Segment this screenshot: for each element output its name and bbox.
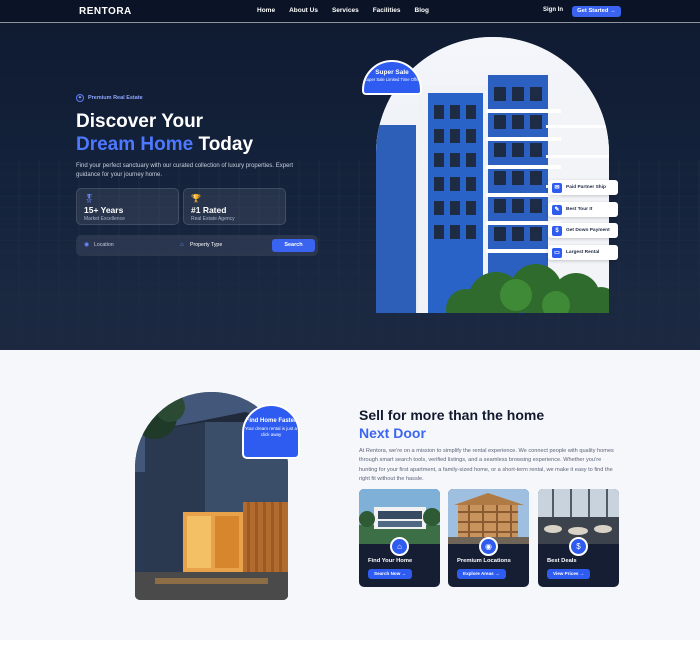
card-title: Find Your Home — [368, 558, 413, 564]
card-title: Premium Locations — [457, 558, 511, 564]
card-image-modern-house — [359, 489, 440, 544]
premium-badge-label: Premium Real Estate — [88, 95, 143, 101]
stat-value: 15+ Years — [84, 205, 124, 215]
dollar-icon: $ — [552, 225, 562, 236]
nav-link-about[interactable]: About Us — [289, 7, 318, 14]
stat-value: #1 Rated — [191, 205, 227, 215]
logo[interactable]: RENTORA — [79, 6, 132, 17]
stat-card-rated: 🏆 #1 Rated Real Estate Agency — [183, 188, 286, 225]
stat-label: Market Excellence — [84, 216, 125, 222]
nav-link-blog[interactable]: Blog — [415, 7, 429, 14]
card-premium-locations[interactable]: ◉ Premium Locations Explore Areas → — [448, 489, 529, 587]
location-pin-icon: ◉ — [479, 537, 498, 556]
super-sale-title: Super Sale — [375, 69, 409, 76]
medal-icon: 🎖 — [84, 194, 95, 203]
super-sale-subtitle: Super Sale Limited Time Offer — [364, 77, 421, 82]
card-title: Best Deals — [547, 558, 577, 564]
feature-best-tour[interactable]: ✎ Best Tour It — [548, 202, 618, 217]
find-home-bubble: Find Home Faster Your dream rental is ju… — [242, 404, 300, 459]
property-type-placeholder: Property Type — [190, 242, 223, 248]
hero-title-rest: Today — [193, 134, 254, 155]
about-heading-highlight: Next Door — [359, 425, 426, 441]
sign-in-link[interactable]: Sign In — [543, 7, 563, 13]
find-home-text: Your dream rental is just a click away — [244, 426, 298, 437]
view-prices-button[interactable]: View Prices → — [547, 569, 591, 579]
location-pin-icon: ◉ — [84, 242, 90, 248]
feature-label: Largest Rental — [566, 250, 600, 255]
top-nav: RENTORA Home About Us Services Facilitie… — [0, 0, 700, 23]
search-button[interactable]: Search — [272, 239, 315, 252]
nav-link-home[interactable]: Home — [257, 7, 275, 14]
feature-label: Best Tour It — [566, 207, 593, 212]
dollar-icon: $ — [569, 537, 588, 556]
feature-down-payment[interactable]: $ Get Down Payment — [548, 223, 618, 238]
feature-label: Paid Partner Ship — [566, 185, 606, 190]
hero-title-highlight: Dream Home — [76, 134, 194, 155]
card-find-home[interactable]: ⌂ Find Your Home Search Now → — [359, 489, 440, 587]
hero-title: Discover Your Dream Home Today — [76, 110, 253, 156]
feature-partner-ship[interactable]: ✉ Paid Partner Ship — [548, 180, 618, 195]
property-type-select[interactable]: ⌂ Property Type — [176, 239, 268, 252]
handshake-icon: ✉ — [552, 182, 562, 193]
nav-links: Home About Us Services Facilities Blog — [257, 7, 443, 14]
location-placeholder: Location — [94, 242, 114, 248]
stat-label: Real Estate Agency — [191, 216, 235, 222]
tour-icon: ✎ — [552, 204, 562, 215]
get-started-button[interactable]: Get Started → — [572, 6, 621, 17]
card-best-deals[interactable]: $ Best Deals View Prices → — [538, 489, 619, 587]
stat-card-years: 🎖 15+ Years Market Excellence — [76, 188, 179, 225]
bottom-band — [0, 640, 700, 660]
star-icon: ✦ — [76, 94, 84, 102]
nav-link-services[interactable]: Services — [332, 7, 359, 14]
premium-badge: ✦ Premium Real Estate — [76, 94, 143, 102]
hero-title-line1: Discover Your — [76, 111, 204, 132]
about-heading: Sell for more than the home Next Door — [359, 406, 544, 442]
hero-description: Find your perfect sanctuary with our cur… — [76, 163, 294, 178]
home-icon: ⌂ — [390, 537, 409, 556]
about-heading-line1: Sell for more than the home — [359, 407, 545, 423]
find-home-title: Find Home Faster — [245, 418, 297, 424]
nav-link-facilities[interactable]: Facilities — [373, 7, 401, 14]
home-icon: ⌂ — [180, 242, 184, 248]
search-now-button[interactable]: Search Now → — [368, 569, 413, 579]
feature-largest-rental[interactable]: ▭ Largest Rental — [548, 245, 618, 260]
explore-areas-button[interactable]: Explore Areas → — [457, 569, 506, 579]
location-field[interactable]: ◉ Location — [80, 239, 173, 252]
about-paragraph: At Rentora, we’re on a mission to simpli… — [359, 448, 614, 482]
card-image-construction — [448, 489, 529, 544]
feature-label: Get Down Payment — [566, 228, 610, 233]
search-bar: ◉ Location ⌂ Property Type Search — [76, 235, 318, 256]
card-image-interior — [538, 489, 619, 544]
trophy-icon: 🏆 — [191, 194, 201, 203]
rental-icon: ▭ — [552, 247, 562, 258]
